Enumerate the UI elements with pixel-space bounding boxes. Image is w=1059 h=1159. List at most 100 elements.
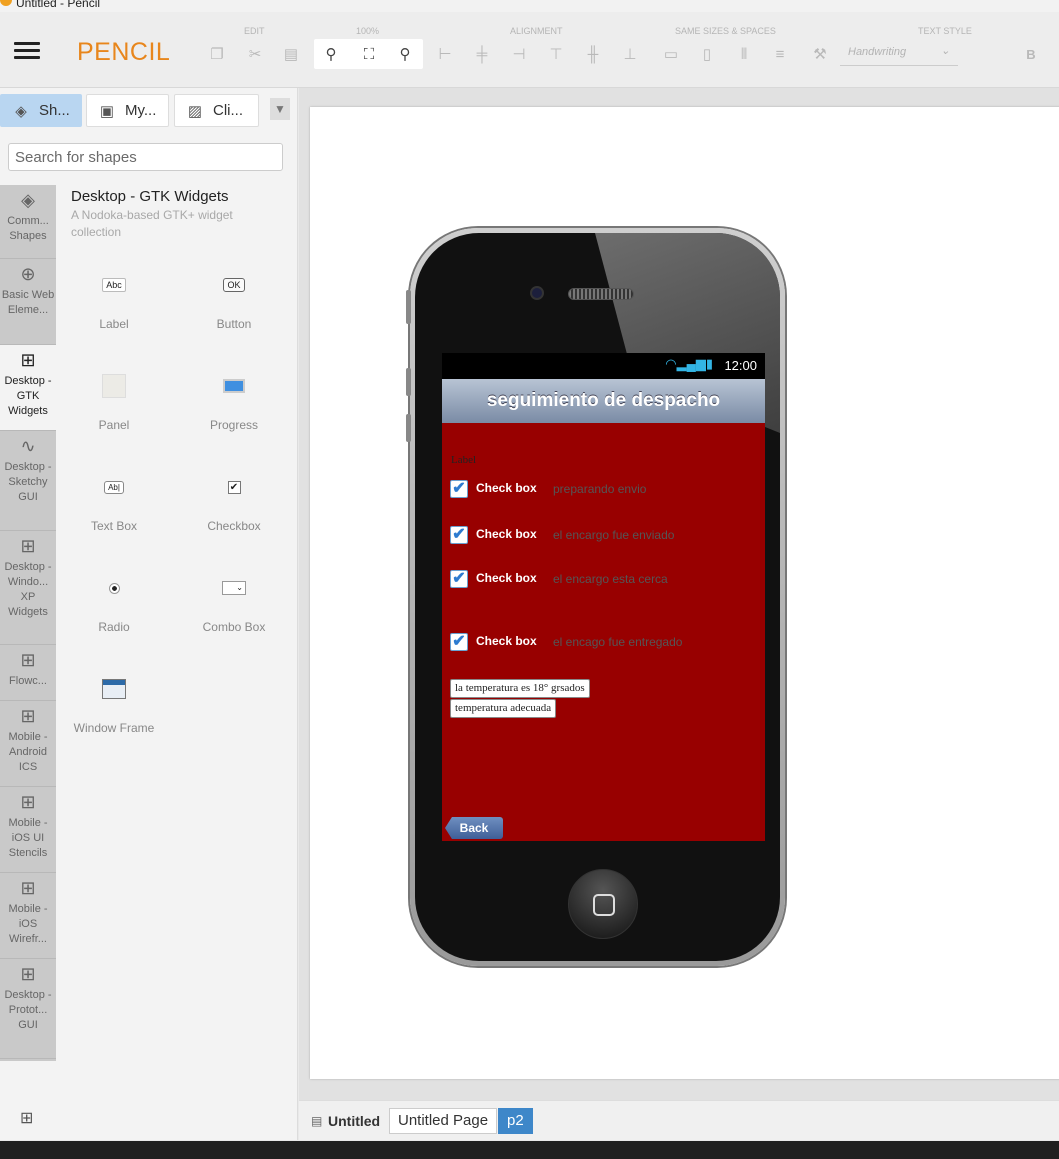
shape-combobox[interactable]: ⌄ Combo Box (184, 571, 284, 634)
align-bottom-icon[interactable]: ⊥ (615, 40, 645, 68)
space-horizontal-icon[interactable]: ⦀ (729, 40, 759, 68)
collection-title: Desktop - GTK Widgets (71, 188, 229, 205)
menu-hamburger-icon[interactable] (14, 42, 40, 60)
tab-my-collections[interactable]: ▣ My... (86, 94, 169, 127)
temperature-status-textbox[interactable]: temperatura adecuada (450, 699, 557, 718)
tab-clipart-label: Cli... (213, 102, 243, 119)
align-center-icon[interactable]: ╪ (467, 40, 497, 68)
tab-clipart[interactable]: ▨ Cli... (174, 94, 259, 127)
collection-label: Desktop - Protot... GUI (4, 989, 52, 1031)
shape-radio-name: Radio (98, 620, 130, 634)
phone-mute-button (406, 290, 411, 324)
app-brand: PENCIL (77, 38, 171, 66)
collection-flowchart[interactable]: ⊞ Flowc... (0, 645, 56, 701)
collection-label: Comm... Shapes (7, 215, 49, 242)
same-width-icon[interactable]: ▭ (656, 40, 686, 68)
font-size-spinner[interactable] (968, 42, 1008, 66)
shape-radio[interactable]: Radio (64, 571, 164, 634)
align-top-icon[interactable]: ⊤ (541, 40, 571, 68)
shape-label-name: Label (99, 317, 129, 331)
grid-icon: ⊞ (20, 650, 36, 670)
shape-textbox-preview: Ab| (104, 480, 124, 494)
pin-icon[interactable]: ▼ (270, 98, 290, 120)
align-left-icon[interactable]: ⊢ (430, 40, 460, 68)
paste-icon[interactable]: ▤ (276, 40, 306, 68)
fit-screen-icon[interactable]: ⛶ (354, 40, 384, 68)
checkbox-checked-icon[interactable]: ✔ (450, 633, 468, 651)
document-name: Untitled (328, 1113, 381, 1129)
same-height-icon[interactable]: ▯ (692, 40, 722, 68)
font-family-value: Handwriting (848, 46, 907, 58)
layers-icon: ◈ (21, 190, 35, 210)
pencil-logo-icon (0, 0, 12, 6)
window-titlebar: Untitled - Pencil (0, 0, 1059, 12)
align-right-icon[interactable]: ⊣ (504, 40, 534, 68)
shape-button[interactable]: OK Button (184, 268, 284, 331)
checkbox-label: Check box (476, 634, 537, 648)
shape-panel[interactable]: Panel (64, 369, 164, 432)
zoom-in-icon[interactable]: ⚲ (390, 40, 420, 68)
radio-preview-icon (108, 582, 120, 594)
android-status-bar: ◠▂▄▆▮ 12:00 (442, 353, 765, 379)
bold-button[interactable]: B (1016, 40, 1046, 68)
shape-textbox[interactable]: Ab| Text Box (64, 470, 164, 533)
drawing-page[interactable]: ◠▂▄▆▮ 12:00 seguimiento de despacho Labe… (310, 107, 1059, 1079)
collection-gtk-widgets[interactable]: ⊞ Desktop - GTK Widgets (0, 345, 56, 431)
collection-basic-web[interactable]: ⊕ Basic Web Eleme... (0, 259, 56, 345)
collection-prototype-gui[interactable]: ⊞ Desktop - Protot... GUI (0, 959, 56, 1059)
combobox-preview-icon: ⌄ (222, 581, 246, 595)
checkbox-label: Check box (476, 571, 537, 585)
checkbox-checked-icon[interactable]: ✔ (450, 570, 468, 588)
cut-icon[interactable]: ✂ (240, 40, 270, 68)
shape-label[interactable]: Abc Label (64, 268, 164, 331)
checkbox-label: Check box (476, 527, 537, 541)
window-title: Untitled - Pencil (16, 0, 101, 10)
grid-icon: ⊞ (20, 964, 36, 984)
shape-window-frame[interactable]: Window Frame (64, 672, 164, 735)
progress-preview-icon (223, 379, 245, 393)
grid-icon: ⊞ (20, 792, 36, 812)
checkbox-label: Check box (476, 481, 537, 495)
grid-icon: ⊞ (20, 536, 36, 556)
home-button[interactable] (568, 869, 638, 939)
tab-p2[interactable]: p2 (498, 1108, 533, 1134)
collection-android-ics[interactable]: ⊞ Mobile - Android ICS (0, 701, 56, 787)
collection-label: Desktop - Windo... XP Widgets (4, 561, 52, 618)
grid-view-icon[interactable]: ⊞ (20, 1108, 33, 1128)
shape-checkbox[interactable]: ✔ Checkbox (184, 470, 284, 533)
shape-combobox-name: Combo Box (202, 620, 266, 634)
grid-icon: ⊞ (20, 878, 36, 898)
app-title-bar: seguimiento de despacho (442, 379, 765, 423)
shapes-sidebar: ◈ Sh... ▣ My... ▨ Cli... ▼ ◈ Comm... Sha… (0, 88, 298, 1140)
temperature-textbox[interactable]: la temperatura es 18° grsados (450, 679, 590, 698)
collection-description: A Nodoka-based GTK+ widget collection (71, 208, 233, 239)
shape-progress[interactable]: Progress (184, 369, 284, 432)
collection-common-shapes[interactable]: ◈ Comm... Shapes (0, 185, 56, 259)
group-label-edit: EDIT (244, 26, 265, 36)
font-family-select[interactable]: Handwriting ⌄ (840, 42, 958, 66)
space-vertical-icon[interactable]: ≡ (765, 40, 795, 68)
checkbox-checked-icon[interactable]: ✔ (450, 526, 468, 544)
status-time: 12:00 (724, 358, 757, 373)
checkbox-checked-icon[interactable]: ✔ (450, 480, 468, 498)
collection-ios-ui-stencils[interactable]: ⊞ Mobile - iOS UI Stencils (0, 787, 56, 873)
zoom-out-icon[interactable]: ⚲ (316, 40, 346, 68)
format-painter-icon[interactable]: ⚒ (805, 40, 835, 68)
tab-shapes[interactable]: ◈ Sh... (0, 94, 82, 127)
phone-body: ◠▂▄▆▮ 12:00 seguimiento de despacho Labe… (415, 233, 780, 961)
search-input[interactable] (8, 143, 283, 171)
collection-windows-xp[interactable]: ⊞ Desktop - Windo... XP Widgets (0, 531, 56, 645)
collection-ios-wireframe[interactable]: ⊞ Mobile - iOS Wirefr... (0, 873, 56, 959)
wifi-signal-battery-icon: ◠▂▄▆▮ (665, 356, 713, 371)
tab-my-label: My... (125, 102, 157, 119)
layers-icon: ◈ (15, 102, 27, 120)
shape-button-preview: OK (223, 278, 245, 292)
copy-icon[interactable]: ❐ (202, 40, 232, 68)
collection-sketchy-gui[interactable]: ∿ Desktop - Sketchy GUI (0, 431, 56, 531)
tab-untitled-page[interactable]: Untitled Page (389, 1108, 498, 1134)
collection-label: Mobile - Android ICS (8, 731, 48, 773)
collection-label: Desktop - Sketchy GUI (4, 461, 52, 503)
align-middle-icon[interactable]: ╫ (578, 40, 608, 68)
back-button[interactable]: Back (445, 817, 503, 839)
iphone-frame[interactable]: ◠▂▄▆▮ 12:00 seguimiento de despacho Labe… (406, 228, 785, 966)
